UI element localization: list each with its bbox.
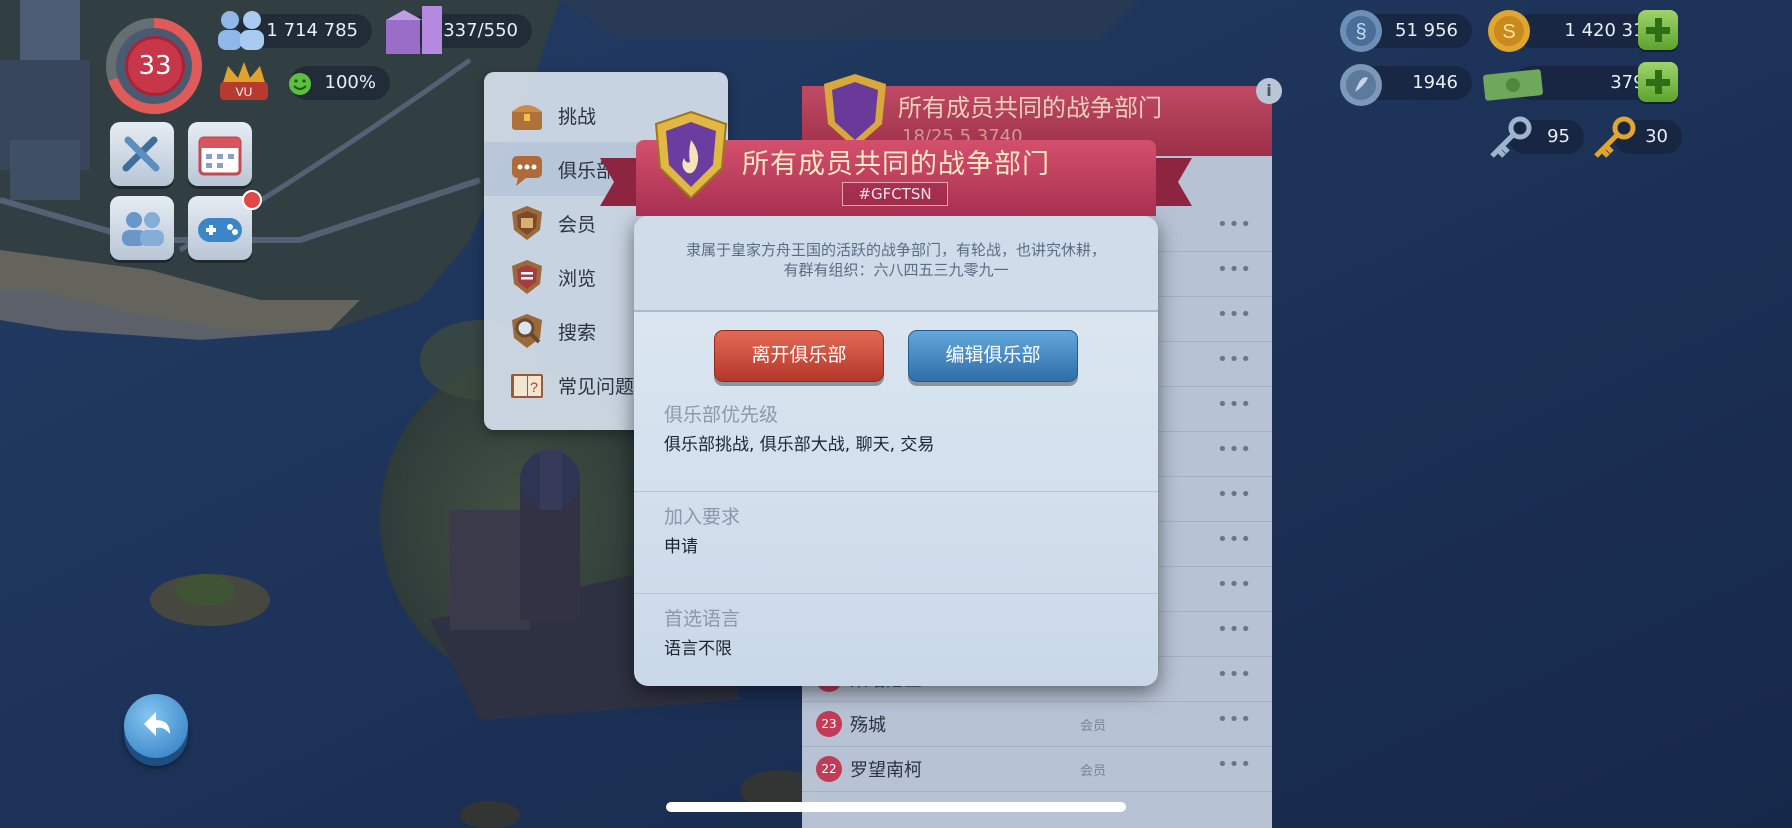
banner-ribbon-right <box>1152 158 1192 206</box>
happiness-value: 100% <box>324 72 376 93</box>
club-description-line: 隶属于皇家方舟王国的活跃的战争部门，有轮战，也讲究休耕， <box>685 241 1106 259</box>
club-description: 隶属于皇家方舟王国的活跃的战争部门，有轮战，也讲究休耕， 有群有组织：六八四五三… <box>654 240 1138 280</box>
banner-ribbon-left <box>600 158 640 206</box>
calendar-icon <box>198 136 242 176</box>
golden-keys-value: 95 <box>1547 126 1570 147</box>
happiness-face-icon <box>289 73 311 95</box>
member-rank-badge: 22 <box>816 756 842 782</box>
info-button[interactable]: i <box>1256 78 1282 104</box>
more-options-icon[interactable]: ••• <box>1217 394 1252 415</box>
svg-text:§: § <box>1355 21 1366 43</box>
svg-text:S: S <box>1502 21 1515 43</box>
games-notification-dot <box>242 190 262 210</box>
population-icon <box>218 11 264 50</box>
faq-book-icon: ? <box>511 374 543 398</box>
more-options-icon[interactable]: ••• <box>1217 439 1252 460</box>
member-row[interactable]: 22 罗望南柯 会员 ••• <box>802 746 1272 792</box>
browse-shield-icon <box>512 260 542 294</box>
buy-currency-button[interactable] <box>1638 10 1678 50</box>
buy-war-cash-button[interactable] <box>1638 62 1678 102</box>
dialog-title: 所有成员共同的战争部门 <box>742 149 1050 180</box>
more-options-icon[interactable]: ••• <box>1217 349 1252 370</box>
simcash-icon: § <box>1340 10 1382 52</box>
edit-club-button[interactable]: 编辑俱乐部 <box>908 330 1078 382</box>
menu-item-label: 搜索 <box>558 322 597 344</box>
member-name: 罗望南柯 <box>850 760 922 781</box>
more-options-icon[interactable]: ••• <box>1217 259 1252 280</box>
more-options-icon[interactable]: ••• <box>1217 484 1252 505</box>
calendar-events-button[interactable] <box>188 122 252 186</box>
divider <box>634 593 1158 594</box>
language-label: 首选语言 <box>664 608 741 630</box>
banknote-icon <box>1483 69 1543 101</box>
menu-item-label: 会员 <box>558 214 597 236</box>
svg-text:?: ? <box>530 379 538 395</box>
population-value: 1 714 785 <box>266 20 358 41</box>
gamepad-icon <box>198 218 242 242</box>
divider <box>634 491 1158 492</box>
level-badge[interactable]: 33 <box>125 36 185 96</box>
neosims-value: 1946 <box>1412 72 1458 93</box>
storage-building-icon <box>386 6 442 54</box>
search-magnifier-icon <box>512 314 542 348</box>
simoleon-coin-icon: S <box>1488 10 1530 52</box>
club-description-line: 有群有组织：六八四五三九零九一 <box>783 261 1009 279</box>
join-requirement-value: 申请 <box>664 537 698 557</box>
priority-value: 俱乐部挑战, 俱乐部大战, 聊天, 交易 <box>664 435 935 455</box>
member-panel-title: 所有成员共同的战争部门 <box>898 94 1162 122</box>
more-options-icon[interactable]: ••• <box>1217 754 1252 775</box>
wrench-screwdriver-icon <box>122 136 160 172</box>
platinum-keys-value: 30 <box>1645 126 1668 147</box>
more-options-icon[interactable]: ••• <box>1217 304 1252 325</box>
more-options-icon[interactable]: ••• <box>1217 664 1252 685</box>
golden-key-icon <box>1594 116 1636 158</box>
member-role: 会员 <box>1080 764 1107 779</box>
more-options-icon[interactable]: ••• <box>1217 214 1252 235</box>
friends-icon <box>122 212 164 246</box>
leave-club-button[interactable]: 离开俱乐部 <box>714 330 884 382</box>
priority-label: 俱乐部优先级 <box>664 404 779 426</box>
neosim-icon <box>1340 64 1382 106</box>
member-shield-icon <box>512 206 542 240</box>
friends-button[interactable] <box>110 196 174 260</box>
vu-crown-icon[interactable]: VU <box>216 56 272 106</box>
vu-badge-text: VU <box>236 85 253 99</box>
back-button[interactable] <box>124 694 188 758</box>
more-options-icon[interactable]: ••• <box>1217 619 1252 640</box>
club-shield-emblem-icon <box>654 110 728 200</box>
club-tag: #GFCTSN <box>842 182 948 206</box>
join-requirement-label: 加入要求 <box>664 506 741 528</box>
menu-item-label: 挑战 <box>558 106 597 128</box>
member-name: 殇城 <box>850 715 886 736</box>
home-indicator-bar[interactable] <box>666 802 1126 812</box>
storage-value: 337/550 <box>443 20 518 41</box>
menu-item-label: 浏览 <box>558 268 597 290</box>
language-value: 语言不限 <box>664 639 732 659</box>
member-rank-badge: 23 <box>816 711 842 737</box>
treasure-chest-icon <box>512 105 542 130</box>
simcash-value: 51 956 <box>1395 20 1458 41</box>
build-tools-button[interactable] <box>110 122 174 186</box>
menu-item-label: 常见问题 <box>558 376 635 398</box>
back-arrow-icon <box>144 712 170 736</box>
more-options-icon[interactable]: ••• <box>1217 574 1252 595</box>
platinum-key-icon <box>1490 116 1532 158</box>
member-role: 会员 <box>1080 719 1107 734</box>
more-options-icon[interactable]: ••• <box>1217 709 1252 730</box>
chat-bubble-icon <box>512 156 542 186</box>
member-row[interactable]: 23 殇城 会员 ••• <box>802 701 1272 747</box>
more-options-icon[interactable]: ••• <box>1217 529 1252 550</box>
games-button[interactable] <box>188 196 252 260</box>
